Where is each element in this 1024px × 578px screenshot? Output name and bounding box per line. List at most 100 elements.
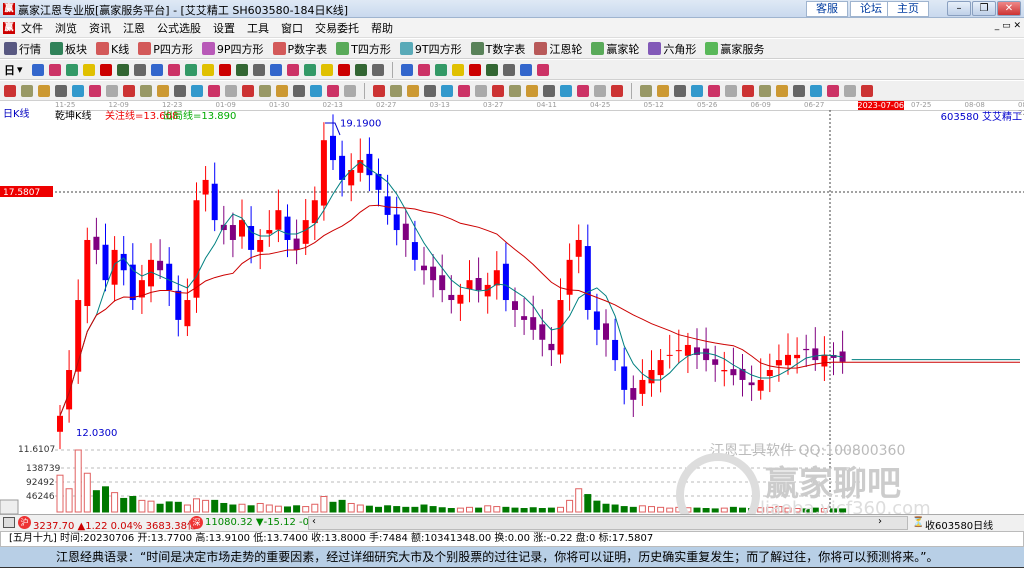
tool-13-icon[interactable] [252,63,265,76]
tool-18-icon[interactable] [337,63,350,76]
tool-24-icon[interactable] [451,63,464,76]
draw-9-icon[interactable] [157,84,169,97]
menu-item-4[interactable]: 公式选股 [157,22,201,35]
draw-2-icon[interactable] [38,84,50,97]
draw-36-icon[interactable] [640,84,652,97]
mdi-controls[interactable]: _ ▭ ✕ [995,21,1021,31]
scroll-left-icon[interactable]: ‹ [312,516,316,527]
shenzhen-index[interactable]: 11080.32 ▼-15.12 -0.14% 5542.38 [205,517,308,528]
draw-33-icon[interactable] [577,84,589,97]
toolbar-button-12[interactable]: 赢家服务 [705,41,764,57]
menu-item-7[interactable]: 窗口 [281,22,303,35]
tool-12-icon[interactable] [235,63,248,76]
toolbar-button-10[interactable]: 赢家轮 [591,41,639,57]
tool-7-icon[interactable] [150,63,163,76]
tool-19-icon[interactable] [354,63,367,76]
shanghai-index[interactable]: 3237.70 ▲1.22 0.04% 3683.38亿 [33,517,197,532]
tool-17-icon[interactable] [320,63,333,76]
draw-35-icon[interactable] [611,84,623,97]
toolbar-button-2[interactable]: K线 [96,41,129,57]
tool-1-icon[interactable] [48,63,61,76]
tool-16-icon[interactable] [303,63,316,76]
draw-26-icon[interactable] [458,84,470,97]
draw-48-icon[interactable] [844,84,856,97]
tool-25-icon[interactable] [468,63,481,76]
menu-item-1[interactable]: 浏览 [55,22,77,35]
draw-46-icon[interactable] [810,84,822,97]
draw-42-icon[interactable] [742,84,754,97]
calculator-icon[interactable] [3,517,15,528]
toolbar-button-11[interactable]: 六角形 [648,41,696,57]
tool-27-icon[interactable] [502,63,515,76]
menu-item-6[interactable]: 工具 [247,22,269,35]
menu-item-2[interactable]: 资讯 [89,22,111,35]
draw-5-icon[interactable] [89,84,101,97]
tool-10-icon[interactable] [201,63,214,76]
draw-38-icon[interactable] [674,84,686,97]
tool-23-icon[interactable] [434,63,447,76]
tool-4-icon[interactable] [99,63,112,76]
menu-item-3[interactable]: 江恩 [123,22,145,35]
draw-17-icon[interactable] [293,84,305,97]
draw-40-icon[interactable] [708,84,720,97]
draw-22-icon[interactable] [390,84,402,97]
draw-15-icon[interactable] [259,84,271,97]
tool-26-icon[interactable] [485,63,498,76]
draw-12-icon[interactable] [208,84,220,97]
draw-20-icon[interactable] [344,84,356,97]
draw-7-icon[interactable] [123,84,135,97]
tool-11-icon[interactable] [218,63,231,76]
toolbar-button-6[interactable]: T四方形 [336,41,391,57]
draw-10-icon[interactable] [174,84,186,97]
draw-8-icon[interactable] [140,84,152,97]
draw-47-icon[interactable] [827,84,839,97]
kline-chart[interactable]: 17.5807 19.1900 12.0300 11.6107 138739 92492 4… [0,110,1024,514]
draw-32-icon[interactable] [560,84,572,97]
tool-2-icon[interactable] [65,63,78,76]
period-selector[interactable]: 日 ▾ [4,62,23,78]
forum-button[interactable]: 论坛 [850,1,892,17]
draw-3-icon[interactable] [55,84,67,97]
draw-25-icon[interactable] [441,84,453,97]
tool-14-icon[interactable] [269,63,282,76]
draw-18-icon[interactable] [310,84,322,97]
tool-6-icon[interactable] [133,63,146,76]
tool-20-icon[interactable] [371,63,384,76]
draw-16-icon[interactable] [276,84,288,97]
draw-1-icon[interactable] [21,84,33,97]
close-icon[interactable]: ✕ [997,1,1021,16]
draw-34-icon[interactable] [594,84,606,97]
draw-27-icon[interactable] [475,84,487,97]
tool-9-icon[interactable] [184,63,197,76]
draw-6-icon[interactable] [106,84,118,97]
toolbar-button-4[interactable]: 9P四方形 [201,41,264,57]
tool-29-icon[interactable] [536,63,549,76]
menu-item-9[interactable]: 帮助 [371,22,393,35]
restore-icon[interactable]: ❐ [972,1,996,16]
draw-23-icon[interactable] [407,84,419,97]
tool-21-icon[interactable] [400,63,413,76]
draw-28-icon[interactable] [492,84,504,97]
draw-21-icon[interactable] [373,84,385,97]
draw-29-icon[interactable] [509,84,521,97]
draw-19-icon[interactable] [327,84,339,97]
toolbar-button-9[interactable]: 江恩轮 [534,41,582,57]
toolbar-button-3[interactable]: P四方形 [138,41,193,57]
toolbar-button-1[interactable]: 板块 [50,41,87,57]
toolbar-button-5[interactable]: P数字表 [272,41,327,57]
draw-14-icon[interactable] [242,84,254,97]
tool-8-icon[interactable] [167,63,180,76]
draw-37-icon[interactable] [657,84,669,97]
toolbar-button-7[interactable]: 9T四方形 [399,41,462,57]
menu-item-5[interactable]: 设置 [213,22,235,35]
scroll-right-icon[interactable]: › [878,516,882,527]
tool-5-icon[interactable] [116,63,129,76]
homepage-button[interactable]: 主页 [887,1,929,17]
menu-item-0[interactable]: 文件 [21,22,43,35]
customer-service-button[interactable]: 客服 [806,1,848,17]
draw-39-icon[interactable] [691,84,703,97]
draw-31-icon[interactable] [543,84,555,97]
draw-49-icon[interactable] [861,84,873,97]
minimize-icon[interactable]: – [947,1,971,16]
draw-24-icon[interactable] [424,84,436,97]
